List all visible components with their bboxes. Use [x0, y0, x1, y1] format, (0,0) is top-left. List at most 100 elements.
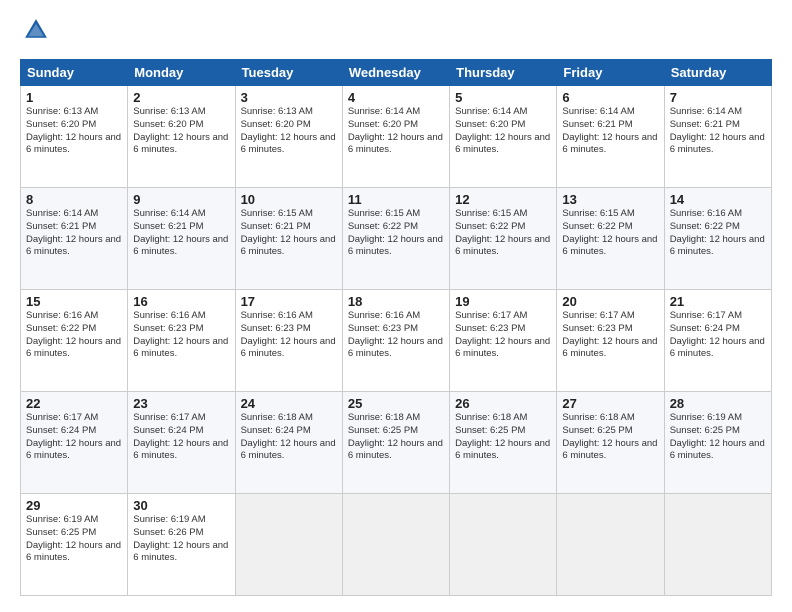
- calendar-cell: [450, 494, 557, 596]
- day-number: 6: [562, 90, 658, 105]
- day-number: 4: [348, 90, 444, 105]
- day-number: 30: [133, 498, 229, 513]
- calendar-cell: 29Sunrise: 6:19 AMSunset: 6:25 PMDayligh…: [21, 494, 128, 596]
- col-header-thursday: Thursday: [450, 60, 557, 86]
- col-header-wednesday: Wednesday: [342, 60, 449, 86]
- day-number: 19: [455, 294, 551, 309]
- calendar-cell: 13Sunrise: 6:15 AMSunset: 6:22 PMDayligh…: [557, 188, 664, 290]
- day-info: Sunrise: 6:14 AMSunset: 6:21 PMDaylight:…: [562, 106, 658, 157]
- day-number: 12: [455, 192, 551, 207]
- day-number: 23: [133, 396, 229, 411]
- calendar-cell: 5Sunrise: 6:14 AMSunset: 6:20 PMDaylight…: [450, 86, 557, 188]
- day-number: 16: [133, 294, 229, 309]
- day-info: Sunrise: 6:15 AMSunset: 6:22 PMDaylight:…: [455, 208, 551, 259]
- page: SundayMondayTuesdayWednesdayThursdayFrid…: [0, 0, 792, 612]
- day-info: Sunrise: 6:14 AMSunset: 6:21 PMDaylight:…: [133, 208, 229, 259]
- day-number: 11: [348, 192, 444, 207]
- calendar-cell: [235, 494, 342, 596]
- calendar-cell: 1Sunrise: 6:13 AMSunset: 6:20 PMDaylight…: [21, 86, 128, 188]
- col-header-friday: Friday: [557, 60, 664, 86]
- day-info: Sunrise: 6:13 AMSunset: 6:20 PMDaylight:…: [26, 106, 122, 157]
- day-number: 10: [241, 192, 337, 207]
- day-info: Sunrise: 6:17 AMSunset: 6:24 PMDaylight:…: [26, 412, 122, 463]
- day-number: 14: [670, 192, 766, 207]
- calendar-table: SundayMondayTuesdayWednesdayThursdayFrid…: [20, 59, 772, 596]
- day-info: Sunrise: 6:15 AMSunset: 6:22 PMDaylight:…: [348, 208, 444, 259]
- day-number: 5: [455, 90, 551, 105]
- day-info: Sunrise: 6:16 AMSunset: 6:22 PMDaylight:…: [26, 310, 122, 361]
- day-number: 7: [670, 90, 766, 105]
- day-number: 9: [133, 192, 229, 207]
- day-info: Sunrise: 6:14 AMSunset: 6:20 PMDaylight:…: [348, 106, 444, 157]
- header: [20, 16, 772, 49]
- calendar-week-5: 29Sunrise: 6:19 AMSunset: 6:25 PMDayligh…: [21, 494, 772, 596]
- day-number: 2: [133, 90, 229, 105]
- day-info: Sunrise: 6:17 AMSunset: 6:24 PMDaylight:…: [670, 310, 766, 361]
- calendar-header-row: SundayMondayTuesdayWednesdayThursdayFrid…: [21, 60, 772, 86]
- day-info: Sunrise: 6:13 AMSunset: 6:20 PMDaylight:…: [133, 106, 229, 157]
- calendar-cell: 19Sunrise: 6:17 AMSunset: 6:23 PMDayligh…: [450, 290, 557, 392]
- day-number: 28: [670, 396, 766, 411]
- calendar-cell: [342, 494, 449, 596]
- day-info: Sunrise: 6:19 AMSunset: 6:25 PMDaylight:…: [26, 514, 122, 565]
- calendar-cell: 12Sunrise: 6:15 AMSunset: 6:22 PMDayligh…: [450, 188, 557, 290]
- day-number: 20: [562, 294, 658, 309]
- day-info: Sunrise: 6:15 AMSunset: 6:21 PMDaylight:…: [241, 208, 337, 259]
- calendar-week-3: 15Sunrise: 6:16 AMSunset: 6:22 PMDayligh…: [21, 290, 772, 392]
- col-header-saturday: Saturday: [664, 60, 771, 86]
- calendar-cell: 30Sunrise: 6:19 AMSunset: 6:26 PMDayligh…: [128, 494, 235, 596]
- calendar-cell: 6Sunrise: 6:14 AMSunset: 6:21 PMDaylight…: [557, 86, 664, 188]
- calendar-cell: 23Sunrise: 6:17 AMSunset: 6:24 PMDayligh…: [128, 392, 235, 494]
- col-header-monday: Monday: [128, 60, 235, 86]
- day-info: Sunrise: 6:17 AMSunset: 6:23 PMDaylight:…: [455, 310, 551, 361]
- day-number: 21: [670, 294, 766, 309]
- day-info: Sunrise: 6:13 AMSunset: 6:20 PMDaylight:…: [241, 106, 337, 157]
- calendar-cell: 10Sunrise: 6:15 AMSunset: 6:21 PMDayligh…: [235, 188, 342, 290]
- calendar-body: 1Sunrise: 6:13 AMSunset: 6:20 PMDaylight…: [21, 86, 772, 596]
- day-number: 25: [348, 396, 444, 411]
- day-info: Sunrise: 6:18 AMSunset: 6:24 PMDaylight:…: [241, 412, 337, 463]
- day-number: 1: [26, 90, 122, 105]
- day-info: Sunrise: 6:17 AMSunset: 6:24 PMDaylight:…: [133, 412, 229, 463]
- day-info: Sunrise: 6:17 AMSunset: 6:23 PMDaylight:…: [562, 310, 658, 361]
- calendar-week-1: 1Sunrise: 6:13 AMSunset: 6:20 PMDaylight…: [21, 86, 772, 188]
- calendar-cell: 18Sunrise: 6:16 AMSunset: 6:23 PMDayligh…: [342, 290, 449, 392]
- calendar-cell: 27Sunrise: 6:18 AMSunset: 6:25 PMDayligh…: [557, 392, 664, 494]
- day-number: 27: [562, 396, 658, 411]
- col-header-sunday: Sunday: [21, 60, 128, 86]
- day-number: 13: [562, 192, 658, 207]
- day-info: Sunrise: 6:18 AMSunset: 6:25 PMDaylight:…: [348, 412, 444, 463]
- calendar-cell: 9Sunrise: 6:14 AMSunset: 6:21 PMDaylight…: [128, 188, 235, 290]
- calendar-cell: 20Sunrise: 6:17 AMSunset: 6:23 PMDayligh…: [557, 290, 664, 392]
- day-info: Sunrise: 6:18 AMSunset: 6:25 PMDaylight:…: [455, 412, 551, 463]
- calendar-cell: 22Sunrise: 6:17 AMSunset: 6:24 PMDayligh…: [21, 392, 128, 494]
- calendar-cell: 15Sunrise: 6:16 AMSunset: 6:22 PMDayligh…: [21, 290, 128, 392]
- calendar-cell: 3Sunrise: 6:13 AMSunset: 6:20 PMDaylight…: [235, 86, 342, 188]
- calendar-cell: 25Sunrise: 6:18 AMSunset: 6:25 PMDayligh…: [342, 392, 449, 494]
- calendar-cell: 26Sunrise: 6:18 AMSunset: 6:25 PMDayligh…: [450, 392, 557, 494]
- day-info: Sunrise: 6:14 AMSunset: 6:21 PMDaylight:…: [26, 208, 122, 259]
- calendar-cell: 7Sunrise: 6:14 AMSunset: 6:21 PMDaylight…: [664, 86, 771, 188]
- logo-icon: [22, 16, 50, 44]
- day-info: Sunrise: 6:16 AMSunset: 6:22 PMDaylight:…: [670, 208, 766, 259]
- calendar-cell: 21Sunrise: 6:17 AMSunset: 6:24 PMDayligh…: [664, 290, 771, 392]
- calendar-cell: 17Sunrise: 6:16 AMSunset: 6:23 PMDayligh…: [235, 290, 342, 392]
- day-info: Sunrise: 6:19 AMSunset: 6:25 PMDaylight:…: [670, 412, 766, 463]
- day-info: Sunrise: 6:14 AMSunset: 6:21 PMDaylight:…: [670, 106, 766, 157]
- day-number: 26: [455, 396, 551, 411]
- day-info: Sunrise: 6:14 AMSunset: 6:20 PMDaylight:…: [455, 106, 551, 157]
- day-info: Sunrise: 6:15 AMSunset: 6:22 PMDaylight:…: [562, 208, 658, 259]
- day-number: 17: [241, 294, 337, 309]
- col-header-tuesday: Tuesday: [235, 60, 342, 86]
- day-number: 29: [26, 498, 122, 513]
- calendar-week-4: 22Sunrise: 6:17 AMSunset: 6:24 PMDayligh…: [21, 392, 772, 494]
- calendar-cell: 28Sunrise: 6:19 AMSunset: 6:25 PMDayligh…: [664, 392, 771, 494]
- calendar-cell: 16Sunrise: 6:16 AMSunset: 6:23 PMDayligh…: [128, 290, 235, 392]
- day-info: Sunrise: 6:16 AMSunset: 6:23 PMDaylight:…: [241, 310, 337, 361]
- calendar-cell: [557, 494, 664, 596]
- day-info: Sunrise: 6:16 AMSunset: 6:23 PMDaylight:…: [348, 310, 444, 361]
- calendar-week-2: 8Sunrise: 6:14 AMSunset: 6:21 PMDaylight…: [21, 188, 772, 290]
- calendar-cell: 11Sunrise: 6:15 AMSunset: 6:22 PMDayligh…: [342, 188, 449, 290]
- calendar-cell: 8Sunrise: 6:14 AMSunset: 6:21 PMDaylight…: [21, 188, 128, 290]
- day-number: 24: [241, 396, 337, 411]
